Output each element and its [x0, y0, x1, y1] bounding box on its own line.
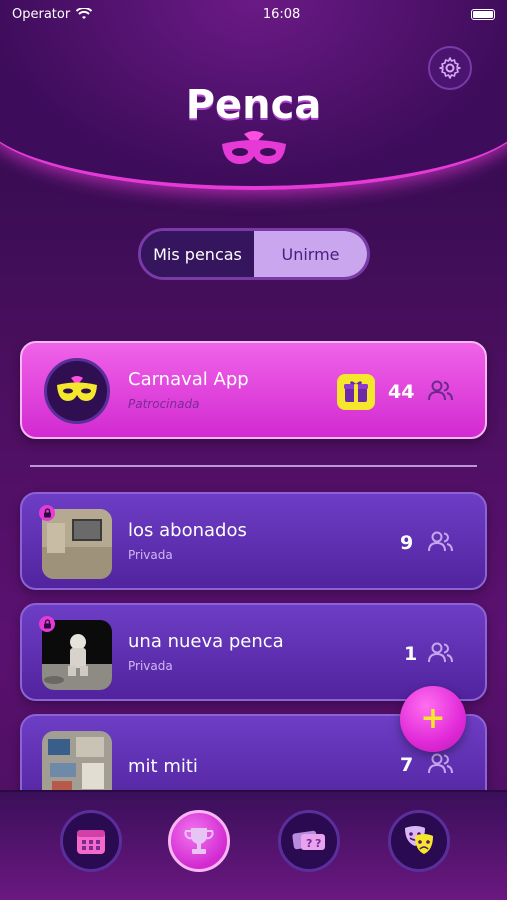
gift-icon [337, 374, 375, 410]
penca-name: una nueva penca [128, 631, 284, 652]
toggle-mis-pencas[interactable]: Mis pencas [141, 231, 254, 277]
tickets-icon: ? ? [292, 830, 325, 850]
status-bar: Operator 16:08 [0, 0, 507, 28]
users-icon [428, 753, 453, 774]
tab-trophy[interactable] [168, 810, 230, 872]
lock-icon [39, 616, 55, 632]
toggle-unirme[interactable]: Unirme [254, 231, 367, 277]
penca-thumbnail [42, 509, 112, 579]
member-count: 44 [388, 381, 415, 403]
carrier-label: Operator [12, 6, 71, 22]
svg-text:?: ? [306, 837, 312, 850]
wifi-icon [76, 8, 93, 19]
penca-card-abonados[interactable]: los abonados Privada 9 [20, 492, 487, 590]
member-count: 7 [400, 754, 414, 776]
trophy-icon [184, 828, 214, 854]
status-time: 16:08 [262, 6, 301, 22]
member-count: 9 [400, 532, 414, 554]
users-icon [428, 531, 453, 552]
penca-type: Patrocinada [128, 397, 200, 411]
penca-card-nueva[interactable]: una nueva penca Privada 1 [20, 603, 487, 701]
bottom-tab-bar: ? ? [0, 790, 507, 900]
calendar-icon [77, 830, 105, 854]
plus-icon: + [420, 701, 446, 736]
battery-icon [470, 8, 495, 20]
divider [30, 465, 477, 467]
penca-name: Carnaval App [128, 369, 249, 390]
tab-theater[interactable] [388, 810, 450, 872]
penca-card-carnaval[interactable]: Carnaval App Patrocinada 44 [20, 341, 487, 439]
member-count: 1 [404, 643, 418, 665]
penca-type: Privada [128, 548, 173, 562]
penca-name: los abonados [128, 520, 247, 541]
page-title: Penca [185, 82, 322, 128]
add-penca-button[interactable]: + [400, 686, 466, 752]
users-icon [428, 380, 453, 401]
carnival-mask-icon [222, 131, 286, 164]
lock-icon [39, 505, 55, 521]
tab-tickets[interactable]: ? ? [278, 810, 340, 872]
avatar [44, 358, 110, 424]
penca-mode-toggle: Mis pencas Unirme [138, 228, 370, 280]
penca-name: mit miti [128, 756, 198, 777]
svg-text:?: ? [315, 837, 321, 850]
users-icon [428, 642, 453, 663]
theater-masks-icon [405, 826, 433, 854]
tab-calendar[interactable] [60, 810, 122, 872]
penca-type: Privada [128, 659, 173, 673]
carnival-mask-icon [57, 376, 97, 401]
gear-icon [439, 57, 461, 79]
penca-thumbnail [42, 620, 112, 690]
